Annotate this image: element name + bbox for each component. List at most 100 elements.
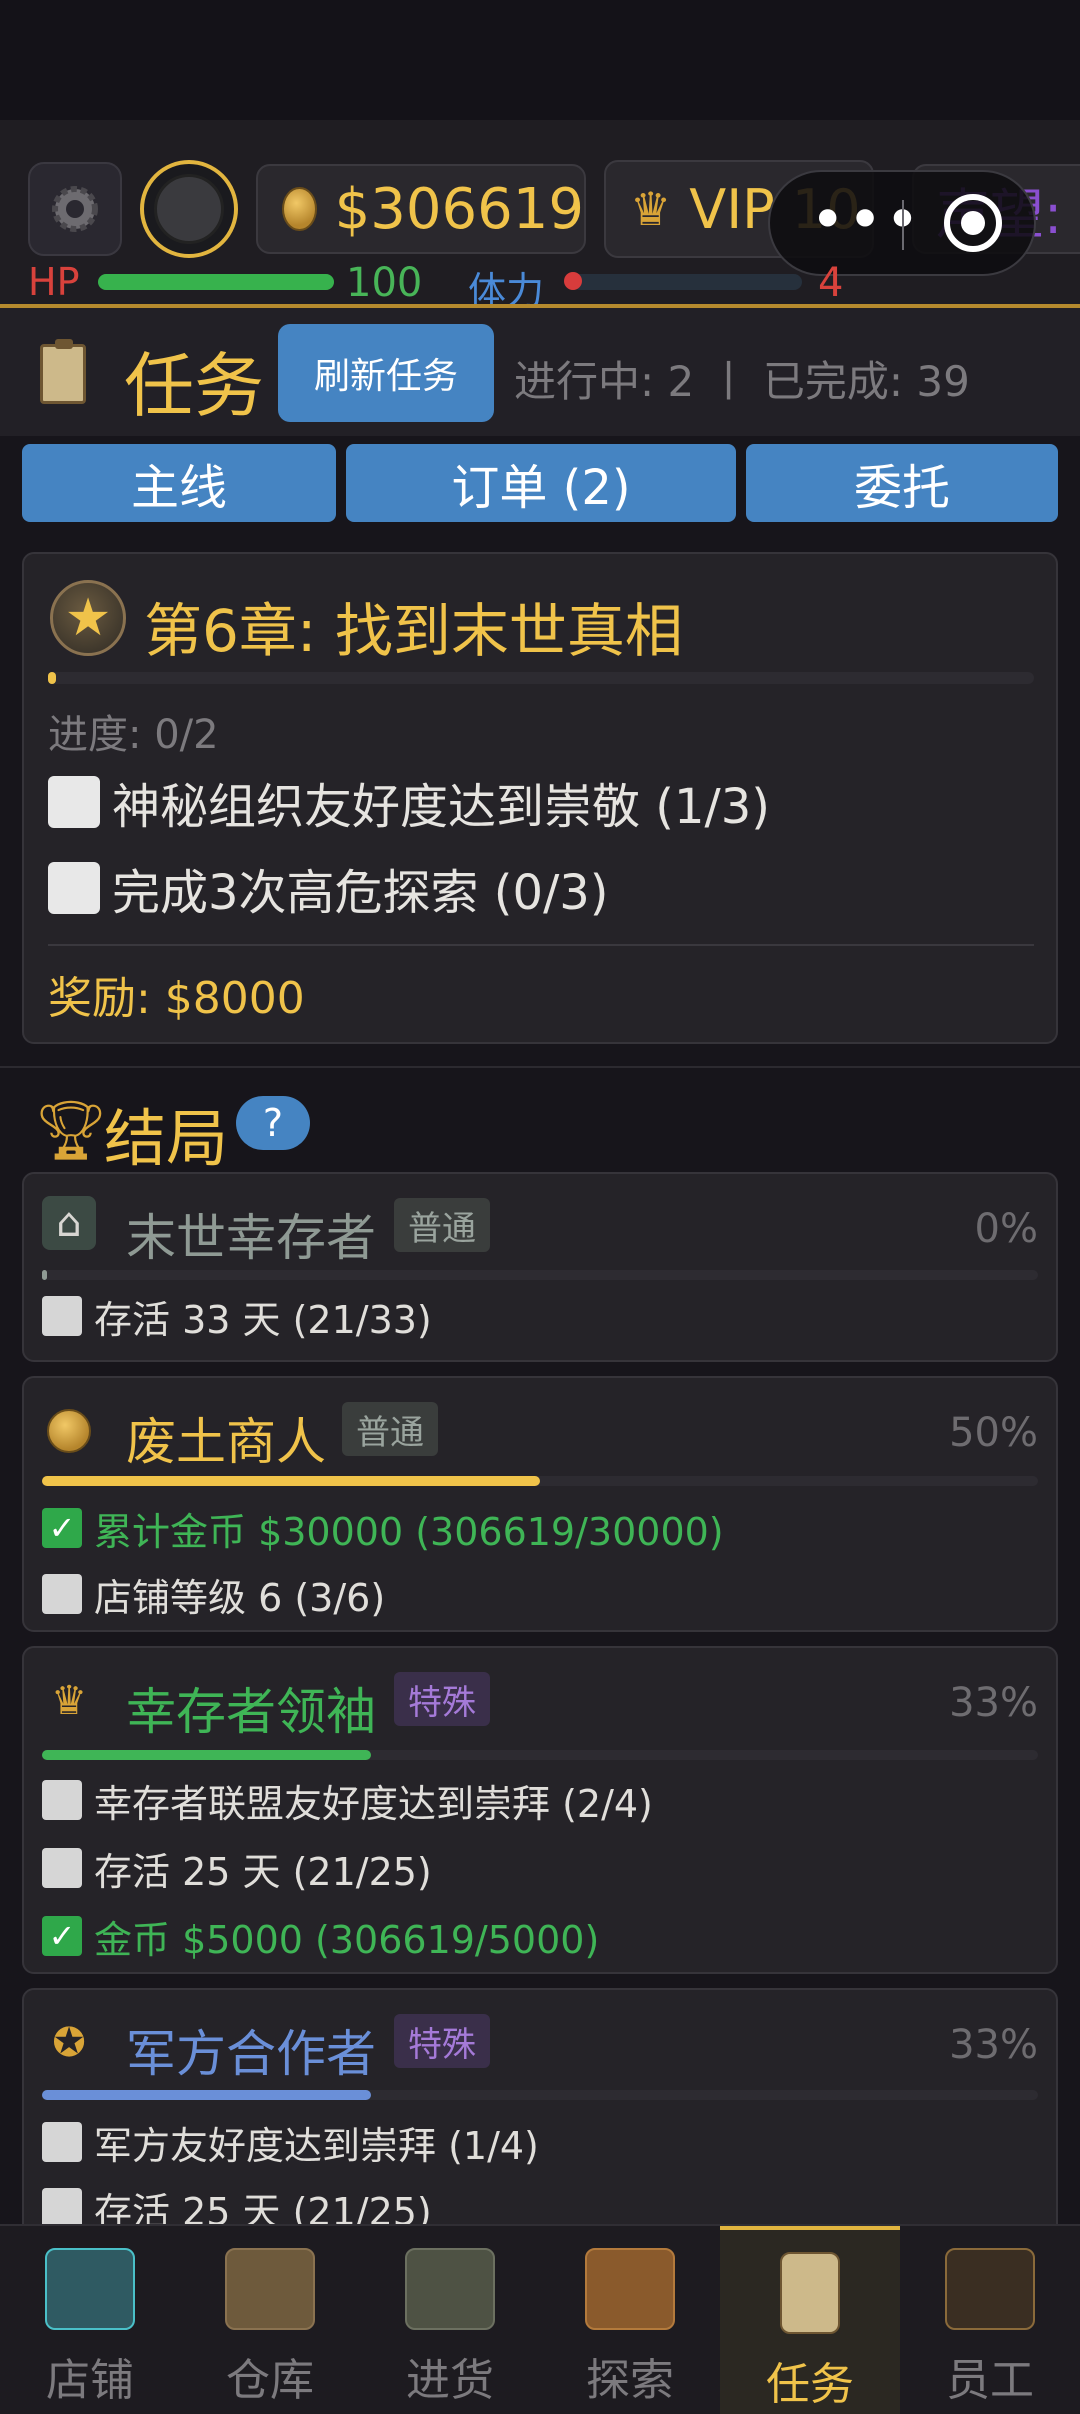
nav-warehouse[interactable]: 仓库 — [180, 2226, 360, 2414]
ending-card-military[interactable]: ✪ 军方合作者 特殊 33% 军方友好度达到崇拜 (1/4) 存活 25 天 (… — [22, 1988, 1058, 2248]
ending-title: 幸存者领袖 — [126, 1683, 376, 1741]
refresh-tasks-button[interactable]: 刷新任务 — [278, 324, 494, 422]
crown-icon: ♛ — [630, 182, 672, 236]
ending-tag: 普通 — [394, 1198, 490, 1252]
condition-text: 存活 33 天 (21/33) — [94, 1297, 432, 1342]
status-bar — [0, 0, 1080, 120]
nav-shop[interactable]: 店铺 — [0, 2226, 180, 2414]
ending-tag: 普通 — [342, 1402, 438, 1456]
tab-main[interactable]: 主线 — [22, 444, 336, 522]
more-menu-icon[interactable]: ••• — [810, 190, 922, 250]
hp-bar — [98, 274, 334, 290]
stats-row: HP 100 体力 4 — [28, 260, 1068, 313]
nav-tasks[interactable]: 任务 — [720, 2226, 900, 2414]
chapter-progress-bar — [48, 672, 1034, 684]
task-header: 任务 刷新任务 进行中: 2 丨 已完成: 39 — [0, 308, 1080, 436]
medal-icon: ✪ — [52, 2020, 86, 2066]
hp-label: HP — [28, 260, 80, 304]
chapter-card: ★ 第6章: 找到末世真相 进度: 0/2 神秘组织友好度达到崇敬 (1/3) … — [22, 552, 1058, 1044]
task-tabs: 主线 订单 (2) 委托 — [22, 444, 1058, 522]
checkbox — [42, 2122, 82, 2162]
ending-title: 末世幸存者 — [126, 1209, 376, 1267]
bottom-nav: 店铺 仓库 进货 探索 任务 员工 — [0, 2224, 1080, 2414]
condition-row: 存活 33 天 (21/33) — [42, 1286, 432, 1346]
coin-icon — [282, 187, 317, 231]
condition-text: 金币 $5000 (306619/5000) — [94, 1917, 600, 1962]
checkbox — [42, 1780, 82, 1820]
checkbox — [42, 1848, 82, 1888]
stamina-bar — [572, 274, 802, 290]
capsule-divider — [902, 200, 904, 250]
nav-staff[interactable]: 员工 — [900, 2226, 1080, 2414]
condition-text: 幸存者联盟友好度达到崇拜 (2/4) — [94, 1781, 653, 1826]
nav-label: 员工 — [946, 2355, 1034, 2406]
objective-row: 神秘组织友好度达到崇敬 (1/3) — [48, 772, 770, 835]
nav-label: 进货 — [406, 2355, 494, 2406]
condition-text: 存活 25 天 (21/25) — [94, 1849, 432, 1894]
nav-label: 仓库 — [226, 2355, 314, 2406]
hp-value: 100 — [346, 260, 423, 306]
chapter-reward: 奖励: $8000 — [48, 973, 305, 1024]
ending-card-leader[interactable]: ♛ 幸存者领袖 特殊 33% 幸存者联盟友好度达到崇拜 (2/4) 存活 25 … — [22, 1646, 1058, 1974]
tab-commissions[interactable]: 委托 — [746, 444, 1058, 522]
task-icon — [780, 2252, 840, 2334]
staff-icon — [945, 2248, 1035, 2330]
warehouse-icon — [225, 2248, 315, 2330]
checkmark-icon: ✓ — [42, 1916, 82, 1956]
ending-percent: 0% — [974, 1206, 1038, 1252]
ending-card-survivor[interactable]: ⌂ 末世幸存者 普通 0% 存活 33 天 (21/33) — [22, 1172, 1058, 1362]
shop-icon — [45, 2248, 135, 2330]
close-miniprogram-icon[interactable] — [944, 194, 1002, 252]
nav-label: 店铺 — [46, 2355, 134, 2406]
map-icon — [585, 2248, 675, 2330]
divider — [48, 944, 1034, 946]
star-icon: ★ — [50, 580, 126, 656]
ending-tag: 特殊 — [394, 1672, 490, 1726]
condition-text: 累计金币 $30000 (306619/30000) — [94, 1509, 724, 1554]
endings-title: 结局 — [104, 1102, 229, 1175]
condition-row: 幸存者联盟友好度达到崇拜 (2/4) — [42, 1770, 653, 1830]
checkbox — [42, 1574, 82, 1614]
crown-icon: ♛ — [51, 1678, 87, 1724]
chapter-progress-fill — [48, 672, 56, 684]
nav-explore[interactable]: 探索 — [540, 2226, 720, 2414]
ending-progress-fill — [42, 1750, 371, 1760]
ending-progress-fill — [42, 1270, 47, 1280]
hp-bar-fill — [98, 274, 334, 290]
endings-help-button[interactable]: ? — [236, 1096, 310, 1150]
ending-progress-bar — [42, 1476, 1038, 1486]
objective-text: 完成3次高危探索 (0/3) — [112, 865, 609, 921]
checkbox — [42, 1296, 82, 1336]
endings-header: 🏆︎ 结局 ? — [0, 1066, 1080, 1176]
ending-progress-bar — [42, 1270, 1038, 1280]
checkmark-icon: ✓ — [42, 1508, 82, 1548]
ending-percent: 33% — [949, 1680, 1038, 1726]
ending-tag: 特殊 — [394, 2014, 490, 2068]
objective-text: 神秘组织友好度达到崇敬 (1/3) — [112, 779, 770, 835]
tab-orders[interactable]: 订单 (2) — [346, 444, 736, 522]
task-status-count: 进行中: 2 丨 已完成: 39 — [514, 357, 970, 406]
nav-label: 任务 — [766, 2359, 854, 2410]
chapter-title: 第6章: 找到末世真相 — [144, 597, 683, 665]
condition-row: 店铺等级 6 (3/6) — [42, 1564, 385, 1624]
objective-row: 完成3次高危探索 (0/3) — [48, 858, 609, 921]
checkbox — [48, 862, 100, 914]
condition-row: 存活 25 天 (21/25) — [42, 1838, 432, 1898]
ending-progress-fill — [42, 1476, 540, 1486]
gear-icon — [52, 186, 98, 232]
money-value: $306619 — [334, 176, 584, 242]
checkbox — [48, 776, 100, 828]
trophy-icon: 🏆︎ — [34, 1096, 108, 1164]
nav-restock[interactable]: 进货 — [360, 2226, 540, 2414]
ending-progress-bar — [42, 1750, 1038, 1760]
nav-label: 探索 — [586, 2355, 674, 2406]
player-avatar[interactable] — [140, 160, 238, 258]
settings-button[interactable] — [28, 162, 122, 256]
condition-row: ✓ 累计金币 $30000 (306619/30000) — [42, 1498, 724, 1558]
avatar-icon — [154, 174, 224, 244]
money-display: $306619 — [256, 164, 586, 254]
coin-icon — [42, 1404, 96, 1458]
house-icon: ⌂ — [42, 1196, 96, 1250]
ending-title: 军方合作者 — [126, 2025, 376, 2083]
ending-card-merchant[interactable]: 废土商人 普通 50% ✓ 累计金币 $30000 (306619/30000)… — [22, 1376, 1058, 1632]
